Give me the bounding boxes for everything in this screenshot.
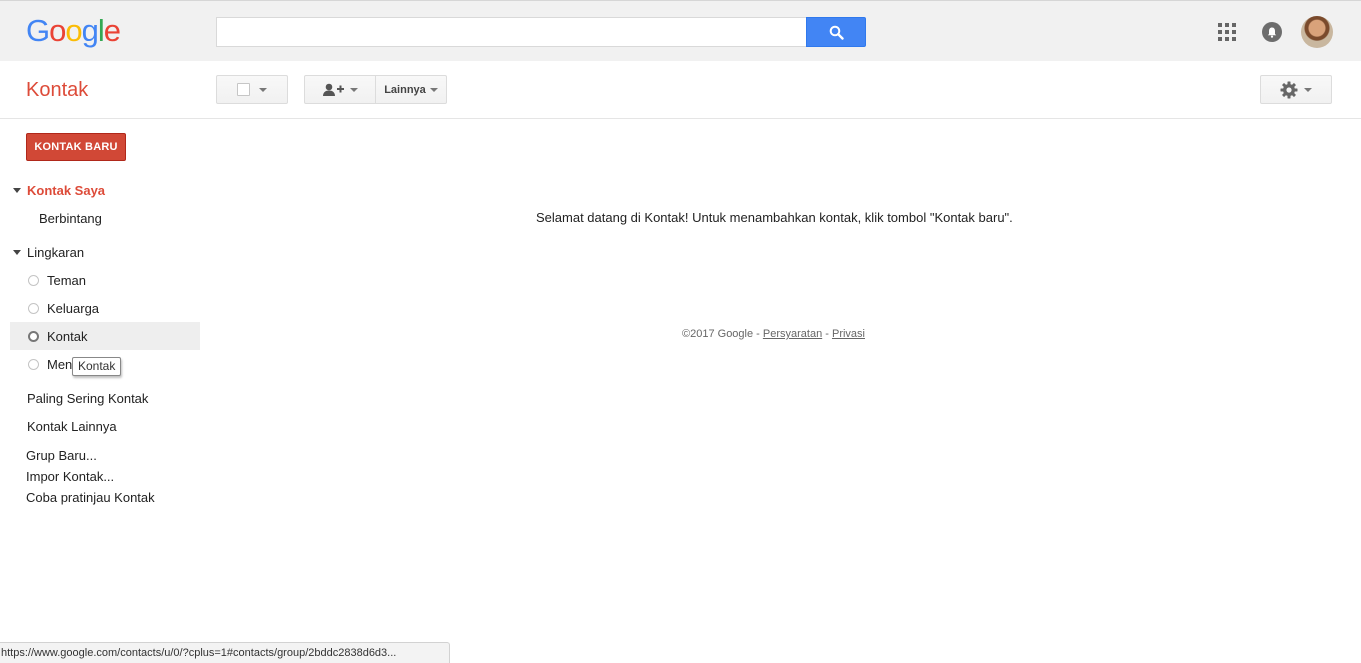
chevron-down-icon: [1304, 87, 1312, 92]
logo-letter: e: [103, 13, 121, 48]
other-contacts-link[interactable]: Kontak Lainnya: [27, 419, 117, 434]
expand-triangle-icon[interactable]: [13, 188, 21, 193]
chevron-down-icon: [429, 87, 438, 92]
most-contacted-link[interactable]: Paling Sering Kontak: [27, 391, 148, 406]
apps-grid-icon[interactable]: [1218, 23, 1236, 41]
circle-item-keluarga[interactable]: Keluarga: [47, 301, 99, 316]
logo-letter: G: [26, 13, 50, 48]
expand-triangle-icon[interactable]: [13, 250, 21, 255]
terms-link[interactable]: Persyaratan: [763, 328, 822, 340]
logo-letter: o: [49, 13, 66, 48]
more-button[interactable]: Lainnya: [375, 75, 447, 104]
search-input[interactable]: [216, 17, 807, 47]
circle-item-teman[interactable]: Teman: [47, 273, 86, 288]
circle-icon: [28, 275, 39, 286]
select-checkbox-dropdown[interactable]: [216, 75, 288, 104]
checkbox-icon[interactable]: [237, 83, 250, 96]
circle-icon: [28, 331, 39, 342]
footer-copyright: ©2017 Google -: [682, 328, 763, 340]
add-person-icon: [322, 83, 344, 96]
notifications-bell-icon[interactable]: [1262, 22, 1282, 42]
circles-link[interactable]: Lingkaran: [27, 245, 84, 260]
add-to-circle-button[interactable]: [304, 75, 376, 104]
welcome-message: Selamat datang di Kontak! Untuk menambah…: [536, 210, 1013, 225]
app-title[interactable]: Kontak: [26, 79, 88, 102]
tooltip: Kontak: [72, 357, 122, 376]
toolbar: Kontak Lainnya: [0, 61, 1361, 119]
chevron-down-icon: [349, 87, 358, 92]
account-avatar[interactable]: [1301, 16, 1333, 48]
google-logo[interactable]: Google: [26, 13, 121, 48]
try-preview-link[interactable]: Coba pratinjau Kontak: [26, 490, 155, 505]
chevron-down-icon: [259, 87, 267, 92]
circle-item-men[interactable]: Men: [47, 357, 72, 372]
status-bar-url: https://www.google.com/contacts/u/0/?cpl…: [0, 642, 450, 663]
bell-icon: [1267, 27, 1277, 38]
my-contacts-link[interactable]: Kontak Saya: [27, 183, 105, 198]
top-bar: Google: [0, 0, 1361, 61]
import-contacts-link[interactable]: Impor Kontak...: [26, 469, 114, 484]
new-group-link[interactable]: Grup Baru...: [26, 448, 97, 463]
settings-button[interactable]: [1260, 75, 1332, 104]
gear-icon: [1280, 81, 1298, 98]
footer: ©2017 Google - Persyaratan - Privasi: [682, 328, 865, 340]
circle-icon: [28, 303, 39, 314]
circle-item-kontak[interactable]: Kontak: [47, 329, 87, 344]
search-button[interactable]: [806, 17, 866, 47]
footer-separator: -: [822, 328, 832, 340]
search-icon: [829, 25, 844, 40]
starred-link[interactable]: Berbintang: [39, 211, 102, 226]
privacy-link[interactable]: Privasi: [832, 328, 865, 340]
new-contact-button[interactable]: KONTAK BARU: [26, 133, 126, 161]
logo-letter: o: [65, 13, 82, 48]
circle-icon: [28, 359, 39, 370]
more-button-label: Lainnya: [384, 83, 426, 96]
logo-letter: g: [81, 13, 99, 48]
